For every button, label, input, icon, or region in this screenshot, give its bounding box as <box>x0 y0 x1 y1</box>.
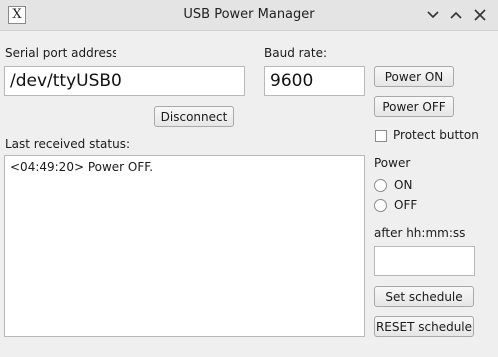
power-off-radio[interactable] <box>374 199 387 212</box>
close-icon[interactable] <box>471 6 489 24</box>
protect-button-checkbox[interactable] <box>375 130 387 142</box>
baud-rate-input[interactable]: 9600 <box>264 66 365 96</box>
reset-schedule-button[interactable]: RESET schedule <box>374 316 474 337</box>
maximize-chevron-up-icon[interactable] <box>447 6 465 24</box>
serial-port-label: Serial port address <box>5 46 116 60</box>
power-off-radio-label: OFF <box>394 198 418 212</box>
power-group-label: Power <box>374 156 411 170</box>
title-bar: X USB Power Manager <box>0 0 498 31</box>
schedule-label: after hh:mm:ss <box>374 226 466 240</box>
power-on-radio[interactable] <box>374 179 387 192</box>
schedule-time-input[interactable] <box>374 246 475 276</box>
status-label: Last received status: <box>5 137 131 151</box>
baud-rate-label: Baud rate: <box>264 46 328 60</box>
minimize-chevron-down-icon[interactable] <box>424 6 442 24</box>
set-schedule-button[interactable]: Set schedule <box>374 286 474 307</box>
power-off-button[interactable]: Power OFF <box>374 96 454 117</box>
status-text: <04:49:20> Power OFF. <box>10 160 154 174</box>
status-textarea[interactable]: <04:49:20> Power OFF. <box>4 155 365 337</box>
serial-port-input[interactable]: /dev/ttyUSB0 <box>4 66 245 96</box>
protect-button-label: Protect button <box>393 128 479 142</box>
disconnect-button[interactable]: Disconnect <box>154 106 234 127</box>
power-on-button[interactable]: Power ON <box>374 66 454 87</box>
power-on-radio-label: ON <box>394 178 413 192</box>
